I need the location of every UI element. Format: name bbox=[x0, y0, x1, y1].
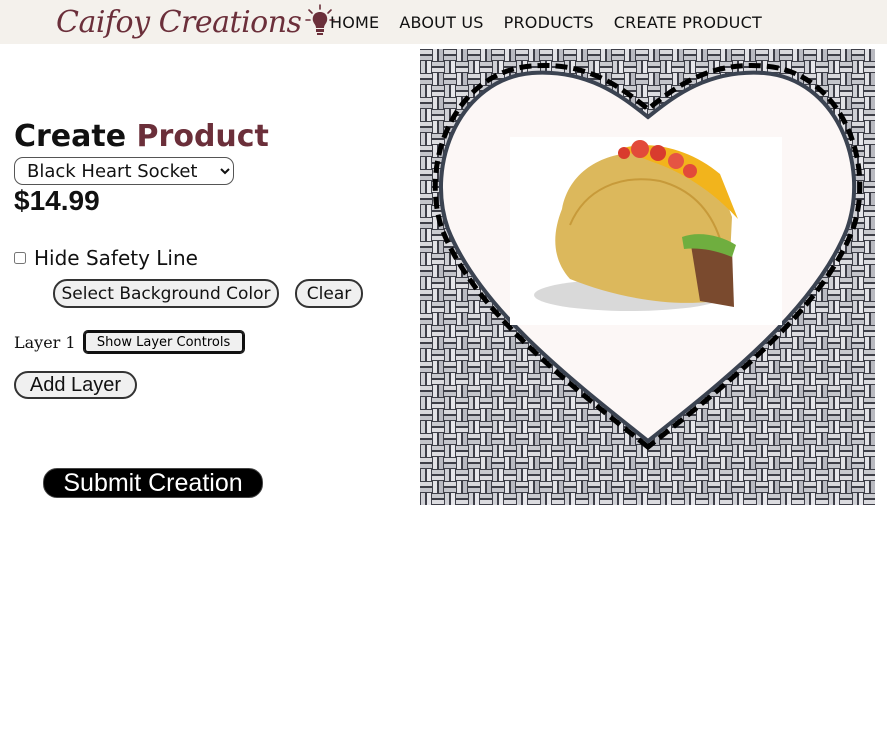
nav-about-us[interactable]: ABOUT US bbox=[399, 13, 483, 32]
clear-button[interactable]: Clear bbox=[295, 279, 363, 308]
title-accent: Product bbox=[136, 119, 269, 154]
add-layer-button[interactable]: Add Layer bbox=[14, 371, 137, 399]
site-logo[interactable]: Caifoy Creations bbox=[56, 2, 336, 42]
logo-text: Caifoy Creations bbox=[56, 4, 302, 40]
layer-label: Layer 1 bbox=[14, 332, 76, 352]
select-background-color-button[interactable]: Select Background Color bbox=[53, 279, 279, 308]
hide-safety-line-label: Hide Safety Line bbox=[34, 246, 198, 270]
product-price: $14.99 bbox=[14, 185, 100, 216]
nav-create-product[interactable]: CREATE PRODUCT bbox=[614, 13, 762, 32]
taco-image bbox=[510, 137, 782, 325]
preview-svg bbox=[420, 49, 875, 505]
show-layer-controls-button[interactable]: Show Layer Controls bbox=[82, 330, 245, 354]
hide-safety-line-row: Hide Safety Line bbox=[14, 246, 198, 270]
site-header: Caifoy Creations HOME ABOUT US PRODUCTS … bbox=[0, 0, 887, 44]
layer-row: Layer 1 Show Layer Controls bbox=[14, 330, 245, 354]
title-main: Create bbox=[14, 119, 127, 154]
nav-products[interactable]: PRODUCTS bbox=[504, 13, 594, 32]
product-select[interactable]: Black Heart Socket bbox=[14, 157, 234, 185]
main-nav: HOME ABOUT US PRODUCTS CREATE PRODUCT bbox=[330, 0, 782, 44]
page-title: Create Product bbox=[14, 117, 269, 157]
hide-safety-line-checkbox[interactable] bbox=[14, 252, 26, 264]
nav-home[interactable]: HOME bbox=[330, 13, 379, 32]
submit-creation-button[interactable]: Submit Creation bbox=[43, 468, 263, 498]
product-preview-canvas[interactable] bbox=[420, 49, 875, 505]
